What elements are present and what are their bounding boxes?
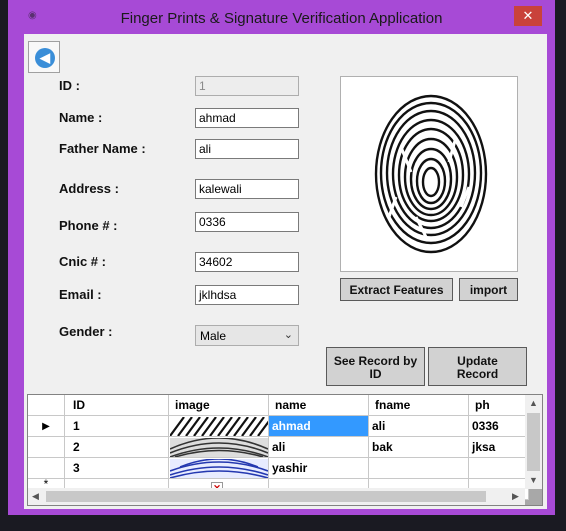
- chevron-down-icon: ⌄: [283, 329, 293, 341]
- fingerprint-picture: [340, 76, 518, 272]
- current-row-indicator[interactable]: ▶: [28, 416, 65, 437]
- name-label: Name :: [59, 110, 103, 125]
- see-record-label-line1: See Record by: [333, 354, 418, 368]
- title-bar: ◉ Finger Prints & Signature Verification…: [8, 0, 555, 34]
- back-button[interactable]: ◀: [28, 41, 60, 73]
- father-name-label: Father Name :: [59, 141, 146, 156]
- column-header-ph[interactable]: ph: [469, 395, 529, 416]
- address-field[interactable]: kalewali: [195, 179, 299, 199]
- column-header-fname[interactable]: fname: [369, 395, 469, 416]
- cell-ph[interactable]: [469, 458, 529, 479]
- scroll-down-icon[interactable]: ▼: [529, 475, 538, 485]
- id-field[interactable]: 1: [195, 76, 299, 96]
- email-field[interactable]: jklhdsa: [195, 285, 299, 305]
- cell-image[interactable]: [169, 437, 269, 458]
- update-label-line1: Update: [457, 354, 498, 368]
- cell-id[interactable]: 2: [65, 437, 169, 458]
- column-header-image[interactable]: image: [169, 395, 269, 416]
- app-window: ◉ Finger Prints & Signature Verification…: [8, 0, 555, 515]
- cell-ph[interactable]: jksa: [469, 437, 529, 458]
- window-title: Finger Prints & Signature Verification A…: [120, 10, 443, 27]
- signature-thumbnail: [169, 458, 268, 478]
- see-record-by-id-button[interactable]: See Record by ID: [326, 347, 425, 386]
- cell-name[interactable]: yashir: [269, 458, 369, 479]
- cell-fname[interactable]: ali: [369, 416, 469, 437]
- update-record-button[interactable]: Update Record: [428, 347, 527, 386]
- import-button[interactable]: import: [459, 278, 518, 301]
- scroll-right-icon[interactable]: ▶: [512, 491, 519, 502]
- column-header-id[interactable]: ID: [65, 395, 169, 416]
- cnic-label: Cnic # :: [59, 254, 106, 269]
- phone-field[interactable]: 0336: [195, 212, 299, 232]
- id-label: ID :: [59, 78, 80, 93]
- cell-fname[interactable]: [369, 458, 469, 479]
- row-header[interactable]: [28, 437, 65, 458]
- fingerprint-thumbnail: [169, 437, 268, 457]
- vertical-scroll-thumb[interactable]: [527, 413, 540, 471]
- form-panel: ◀ ID : Name : Father Name : Address : Ph…: [24, 34, 547, 509]
- cell-image[interactable]: [169, 416, 269, 437]
- back-arrow-icon: ◀: [35, 48, 55, 68]
- cell-id[interactable]: 3: [65, 458, 169, 479]
- scroll-up-icon[interactable]: ▲: [529, 398, 538, 408]
- cnic-field[interactable]: 34602: [195, 252, 299, 272]
- father-name-field[interactable]: ali: [195, 139, 299, 159]
- horizontal-scroll-thumb[interactable]: [46, 491, 486, 502]
- cell-id[interactable]: 1: [65, 416, 169, 437]
- fingerprint-image: [374, 94, 488, 254]
- cell-name[interactable]: ali: [269, 437, 369, 458]
- address-label: Address :: [59, 181, 119, 196]
- scroll-left-icon[interactable]: ◀: [32, 491, 39, 502]
- close-button[interactable]: ✕: [514, 6, 542, 26]
- gender-select[interactable]: Male ⌄: [195, 325, 299, 346]
- phone-label: Phone # :: [59, 218, 118, 233]
- grid-corner: [28, 395, 65, 416]
- row-header[interactable]: [28, 458, 65, 479]
- extract-features-button[interactable]: Extract Features: [340, 278, 453, 301]
- column-header-name[interactable]: name: [269, 395, 369, 416]
- cell-image[interactable]: [169, 458, 269, 479]
- cell-ph[interactable]: 0336: [469, 416, 529, 437]
- fingerprint-thumbnail: [169, 416, 268, 436]
- horizontal-scrollbar[interactable]: ◀ ▶: [28, 488, 525, 505]
- gender-value: Male: [200, 329, 227, 343]
- email-label: Email :: [59, 287, 102, 302]
- name-field[interactable]: ahmad: [195, 108, 299, 128]
- vertical-scrollbar[interactable]: ▲ ▼: [525, 395, 542, 489]
- records-grid[interactable]: ID image name fname ph ▶ 1 ahmad ali 033…: [27, 394, 543, 506]
- cell-name[interactable]: ahmad: [269, 416, 369, 437]
- gender-label: Gender :: [59, 324, 113, 339]
- cell-fname[interactable]: bak: [369, 437, 469, 458]
- update-label-line2: Record: [456, 367, 499, 381]
- see-record-label-line2: ID: [369, 367, 382, 381]
